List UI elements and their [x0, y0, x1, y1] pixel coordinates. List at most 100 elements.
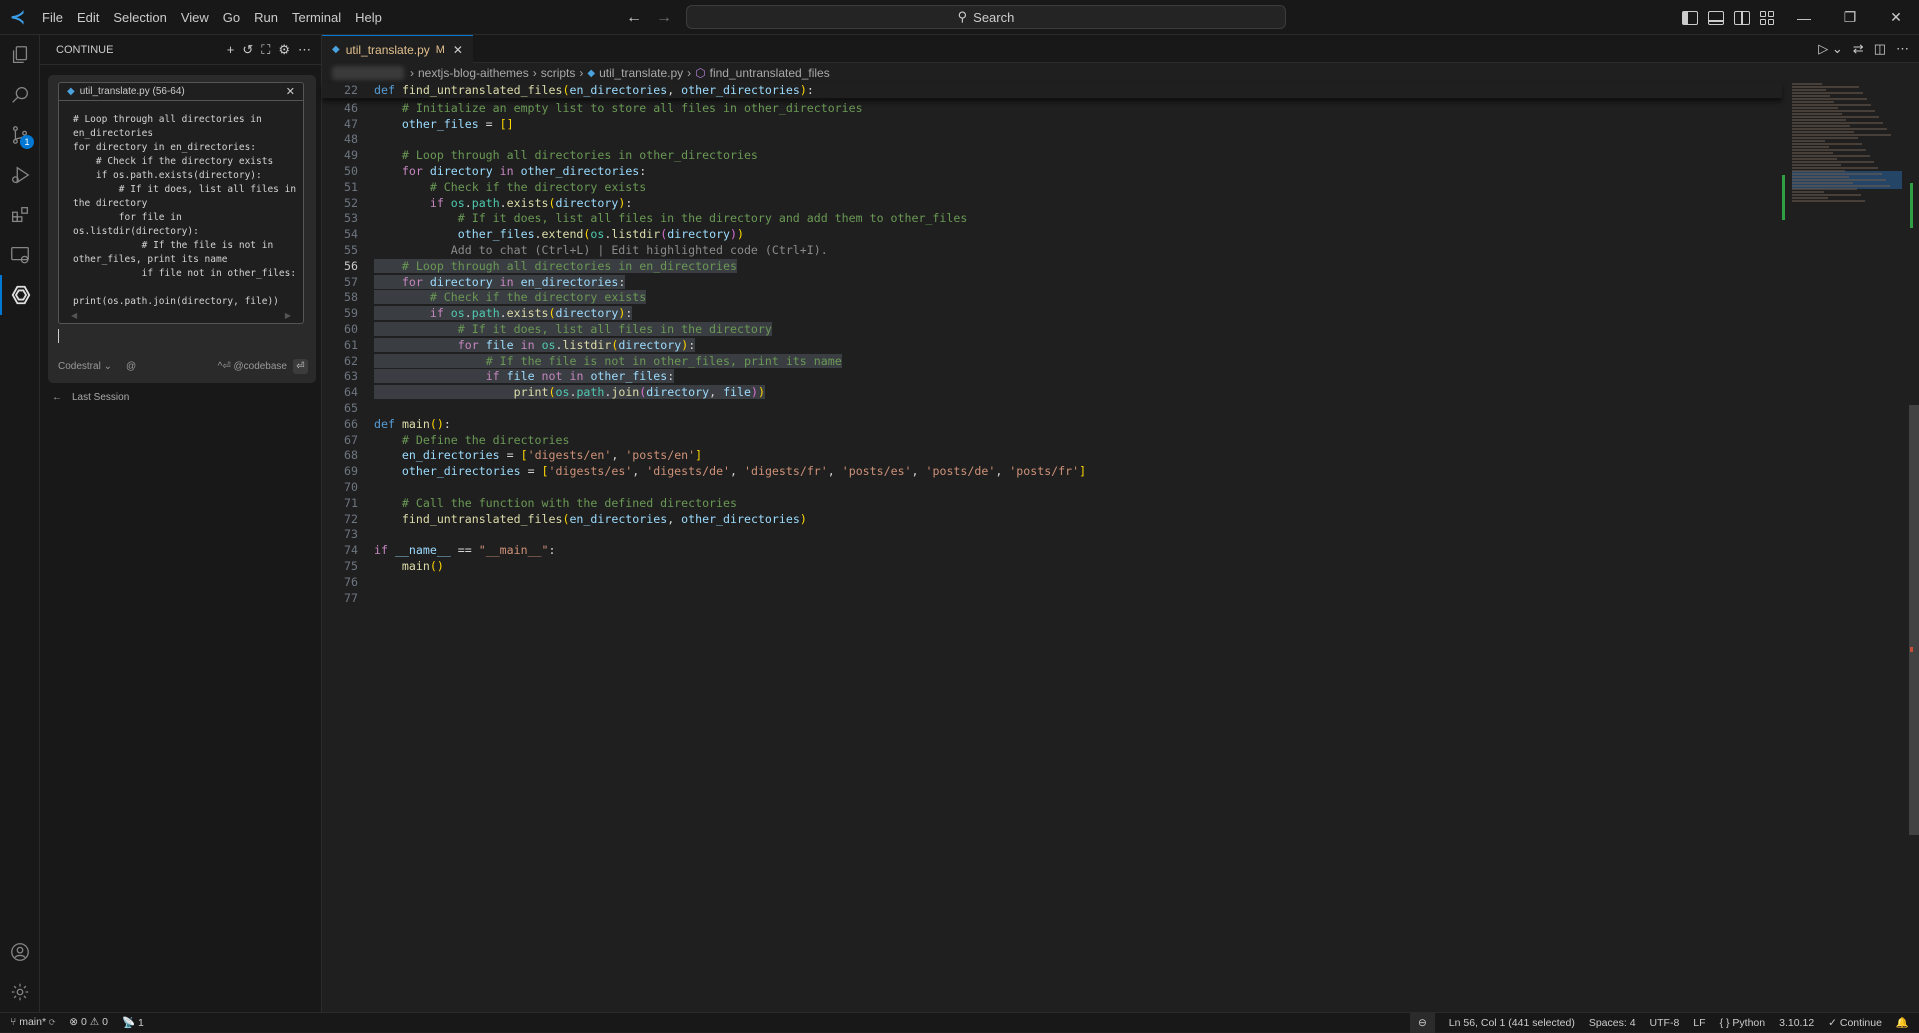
toggle-primary-sidebar-icon[interactable]	[1682, 10, 1698, 25]
last-session-link[interactable]: ← Last Session	[52, 392, 129, 403]
explorer-icon[interactable]	[0, 35, 40, 75]
breadcrumb-file[interactable]: util_translate.py	[599, 66, 683, 80]
breadcrumb-folder-root[interactable]: nextjs-blog-aithemes	[418, 66, 529, 80]
code-line[interactable]: 74 if __name__ == "__main__":	[322, 543, 1782, 559]
remove-context-close-icon[interactable]: ✕	[286, 85, 295, 98]
toggle-panel-icon[interactable]	[1708, 10, 1724, 25]
command-center-search[interactable]: ⚲ Search	[686, 5, 1286, 29]
close-tab-icon[interactable]: ✕	[453, 43, 463, 57]
code-line[interactable]: 62 # If the file is not in other_files, …	[322, 353, 1782, 370]
toggle-secondary-sidebar-icon[interactable]	[1734, 10, 1750, 25]
code-line[interactable]: 69 other_directories = ['digests/es', 'd…	[322, 464, 1782, 480]
codebase-shortcut-hint[interactable]: ^⏎ @codebase	[218, 361, 287, 372]
compare-changes-icon[interactable]: ⇄	[1853, 41, 1864, 57]
history-icon[interactable]: ↺	[242, 42, 253, 58]
menu-run[interactable]: Run	[247, 0, 285, 35]
code-line[interactable]: 55 Add to chat (Ctrl+L) | Edit highlight…	[322, 243, 1782, 259]
encoding[interactable]: UTF-8	[1650, 1017, 1680, 1029]
scroll-right-icon[interactable]: ▶	[285, 311, 291, 320]
context-horizontal-scrollbar[interactable]: ◀ ▶	[71, 311, 291, 320]
customize-layout-icon[interactable]	[1760, 10, 1776, 25]
menu-go[interactable]: Go	[216, 0, 247, 35]
forward-arrow-icon[interactable]: →	[656, 9, 672, 27]
breadcrumb-folder-scripts[interactable]: scripts	[541, 66, 576, 80]
code-line[interactable]: 46 # Initialize an empty list to store a…	[322, 101, 1782, 117]
code-line[interactable]: 75 main()	[322, 559, 1782, 575]
cursor-position[interactable]: Ln 56, Col 1 (441 selected)	[1449, 1017, 1575, 1029]
run-debug-icon[interactable]	[0, 155, 40, 195]
source-control-icon[interactable]: 1	[0, 115, 40, 155]
fullscreen-icon[interactable]: ⛶	[261, 42, 270, 58]
code-line[interactable]: 49 # Loop through all directories in oth…	[322, 148, 1782, 164]
code-line[interactable]: 61 for file in os.listdir(directory):	[322, 337, 1782, 354]
remote-explorer-icon[interactable]	[0, 235, 40, 275]
code-editor[interactable]: 22 def find_untranslated_files(en_directo…	[322, 83, 1782, 606]
code-line[interactable]: 66 def main():	[322, 417, 1782, 433]
code-line[interactable]: 59 if os.path.exists(directory):	[322, 306, 1782, 322]
end-of-line[interactable]: LF	[1693, 1017, 1705, 1029]
code-line[interactable]: 63 if file not in other_files:	[322, 369, 1782, 385]
minimap[interactable]	[1792, 83, 1904, 223]
menu-edit[interactable]: Edit	[70, 0, 106, 35]
chat-input-box[interactable]: ◆ util_translate.py (56-64) ✕ # Loop thr…	[48, 75, 316, 383]
menu-terminal[interactable]: Terminal	[285, 0, 348, 35]
code-line[interactable]: 65	[322, 401, 1782, 417]
code-line[interactable]: 73	[322, 527, 1782, 543]
close-window-button[interactable]: ✕	[1873, 0, 1919, 35]
split-editor-icon[interactable]: ◫	[1874, 41, 1886, 57]
code-line[interactable]: 64 print(os.path.join(directory, file))	[322, 385, 1782, 401]
language-mode[interactable]: { } Python	[1720, 1017, 1766, 1029]
code-line[interactable]: 71 # Call the function with the defined …	[322, 496, 1782, 512]
settings-gear-icon[interactable]: ⚙	[278, 42, 290, 58]
breadcrumb-symbol[interactable]: find_untranslated_files	[710, 66, 830, 80]
code-line[interactable]: 22 def find_untranslated_files(en_directo…	[322, 83, 1782, 99]
scroll-left-icon[interactable]: ◀	[71, 311, 77, 320]
code-line[interactable]: 70	[322, 480, 1782, 496]
accounts-icon[interactable]	[0, 932, 40, 972]
indentation[interactable]: Spaces: 4	[1589, 1017, 1636, 1029]
ports-item[interactable]: 📡 1	[122, 1016, 144, 1029]
problems-item[interactable]: ⊗ 0 ⚠ 0	[69, 1016, 108, 1029]
extensions-icon[interactable]	[0, 195, 40, 235]
vertical-scrollbar[interactable]	[1907, 83, 1919, 1013]
code-line[interactable]: 57 for directory in en_directories:	[322, 274, 1782, 291]
model-selector[interactable]: Codestral ⌄	[58, 361, 112, 372]
code-line[interactable]: 76	[322, 575, 1782, 591]
submit-enter-button[interactable]: ⏎	[293, 358, 308, 374]
menu-help[interactable]: Help	[348, 0, 389, 35]
menu-view[interactable]: View	[174, 0, 216, 35]
code-line[interactable]: 48	[322, 132, 1782, 148]
code-line[interactable]: 54 other_files.extend(os.listdir(directo…	[322, 227, 1782, 243]
code-line[interactable]: 50 for directory in other_directories:	[322, 164, 1782, 180]
git-branch-item[interactable]: ⑂ main* ⟳	[10, 1016, 55, 1029]
more-actions-icon[interactable]: ⋯	[1896, 41, 1909, 57]
code-line[interactable]: 51 # Check if the directory exists	[322, 180, 1782, 196]
code-line[interactable]: 77	[322, 591, 1782, 607]
code-line[interactable]: 72 find_untranslated_files(en_directorie…	[322, 512, 1782, 528]
code-line[interactable]: 67 # Define the directories	[322, 433, 1782, 449]
code-line[interactable]: 68 en_directories = ['digests/en', 'post…	[322, 448, 1782, 464]
code-line[interactable]: 47 other_files = []	[322, 117, 1782, 133]
manage-gear-icon[interactable]	[0, 972, 40, 1012]
continue-status[interactable]: ✓ Continue	[1828, 1017, 1882, 1029]
back-arrow-icon[interactable]: ←	[626, 9, 642, 27]
continue-extension-icon[interactable]	[0, 275, 40, 315]
mention-at-icon[interactable]: @	[126, 361, 136, 372]
menu-selection[interactable]: Selection	[106, 0, 173, 35]
restore-button[interactable]: ❐	[1827, 0, 1873, 35]
menu-file[interactable]: File	[35, 0, 70, 35]
scrollbar-thumb[interactable]	[1909, 405, 1919, 835]
code-line[interactable]: 56 # Loop through all directories in en_…	[322, 258, 1782, 275]
python-interpreter[interactable]: 3.10.12	[1779, 1017, 1814, 1029]
notifications-bell-icon[interactable]: 🔔	[1896, 1016, 1909, 1029]
more-actions-icon[interactable]: ⋯	[298, 42, 311, 58]
code-line[interactable]: 58 # Check if the directory exists	[322, 290, 1782, 306]
search-view-icon[interactable]	[0, 75, 40, 115]
code-line[interactable]: 52 if os.path.exists(directory):	[322, 196, 1782, 212]
minimize-button[interactable]: —	[1781, 0, 1827, 35]
new-session-plus-icon[interactable]: +	[227, 42, 235, 58]
run-python-file-icon[interactable]: ▷ ⌄	[1818, 41, 1843, 57]
code-line[interactable]: 53 # If it does, list all files in the d…	[322, 211, 1782, 227]
tab-util-translate[interactable]: ◆ util_translate.py M ✕	[322, 35, 473, 63]
code-line[interactable]: 60 # If it does, list all files in the d…	[322, 321, 1782, 338]
